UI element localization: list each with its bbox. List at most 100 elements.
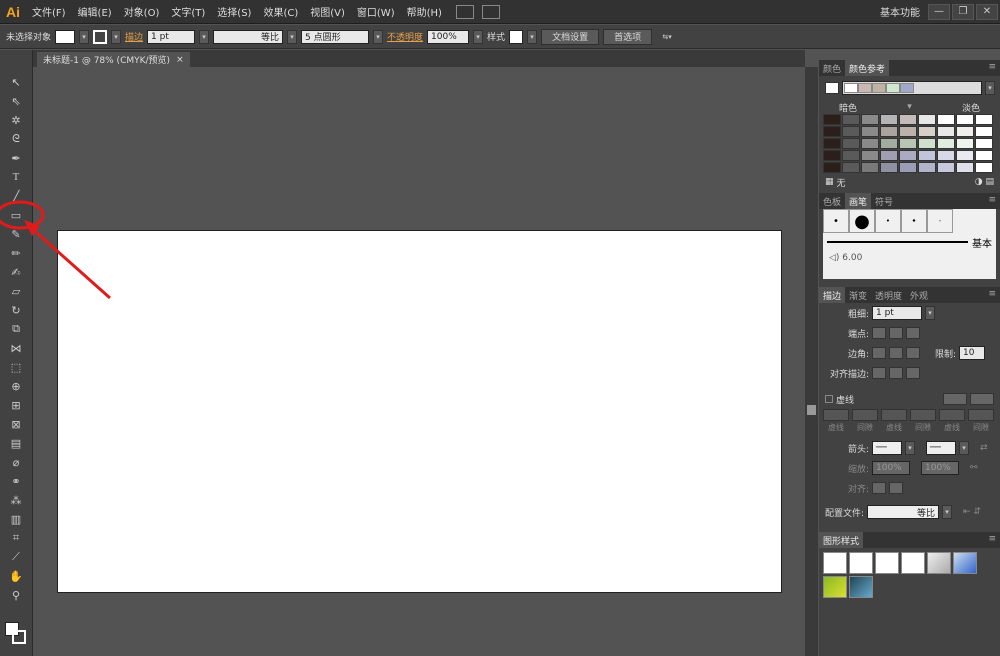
brush-definition[interactable]: 5 点圆形: [301, 29, 370, 44]
app-logo[interactable]: Ai: [0, 0, 26, 24]
artboard-tool-icon[interactable]: ⌗: [8, 530, 24, 546]
document-tab[interactable]: 未标题-1 @ 78% (CMYK/预览) ×: [37, 52, 190, 67]
magic-wand-tool-icon[interactable]: ✲: [8, 112, 24, 128]
free-transform-tool-icon[interactable]: ⬚: [8, 359, 24, 375]
arrange-documents-icon[interactable]: [481, 4, 500, 19]
panel-menu-icon[interactable]: ≡: [988, 62, 996, 72]
dash-field[interactable]: [881, 409, 907, 421]
weight-dropdown[interactable]: ▾: [925, 306, 935, 320]
color-variation-swatch[interactable]: [918, 114, 936, 125]
color-variation-swatch[interactable]: [937, 114, 955, 125]
menu-effect[interactable]: 效果(C): [257, 4, 304, 19]
color-variation-swatch[interactable]: [861, 114, 879, 125]
direct-selection-tool-icon[interactable]: ⇖: [8, 93, 24, 109]
tab-graphic-styles[interactable]: 图形样式: [819, 532, 864, 548]
butt-cap-icon[interactable]: [872, 327, 886, 339]
harmony-color-3[interactable]: [886, 83, 900, 93]
gap-field[interactable]: [910, 409, 936, 421]
scale-tool-icon[interactable]: ⧉: [8, 321, 24, 337]
stroke-swatch[interactable]: [93, 29, 108, 44]
width-tool-icon[interactable]: ⋈: [8, 340, 24, 356]
bridge-icon[interactable]: [455, 4, 474, 19]
color-variation-swatch[interactable]: [861, 138, 879, 149]
align-inside-icon[interactable]: [889, 367, 903, 379]
dash-align-icon[interactable]: [970, 393, 994, 405]
panel-menu-icon[interactable]: ≡: [988, 289, 996, 299]
stroke-dropdown[interactable]: ▾: [111, 29, 122, 44]
color-variation-swatch[interactable]: [975, 114, 993, 125]
column-graph-tool-icon[interactable]: ▥: [8, 511, 24, 527]
color-variation-swatch[interactable]: [937, 150, 955, 161]
selection-tool-icon[interactable]: ↖: [8, 74, 24, 90]
color-variation-swatch[interactable]: [937, 126, 955, 137]
harmony-color-4[interactable]: [900, 83, 914, 93]
color-variation-swatch[interactable]: [880, 126, 898, 137]
graphic-style-swatch[interactable]: [509, 29, 524, 44]
stroke-color-icon[interactable]: [12, 630, 26, 644]
hand-tool-icon[interactable]: ✋: [8, 568, 24, 584]
close-button[interactable]: ✕: [976, 3, 998, 20]
color-variation-swatch[interactable]: [823, 126, 841, 137]
canvas-area[interactable]: [33, 67, 805, 656]
color-variation-swatch[interactable]: [899, 126, 917, 137]
gap-field[interactable]: [852, 409, 878, 421]
stroke-weight-field[interactable]: 1 pt: [147, 29, 196, 44]
start-arrow-field[interactable]: ──: [872, 441, 902, 455]
basic-brush-row[interactable]: 基本: [823, 233, 996, 251]
dash-field[interactable]: [823, 409, 849, 421]
opacity-label[interactable]: 不透明度: [387, 30, 423, 43]
scrollbar-thumb[interactable]: [807, 405, 816, 415]
eyedropper-tool-icon[interactable]: ⌀: [8, 454, 24, 470]
slice-tool-icon[interactable]: ⟋: [8, 549, 24, 565]
blob-brush-tool-icon[interactable]: ✍: [8, 264, 24, 280]
rectangle-tool-icon[interactable]: ▭: [8, 207, 24, 223]
arrange-icon[interactable]: ⇆▾: [656, 29, 679, 44]
minimize-button[interactable]: —: [928, 3, 950, 20]
color-variation-swatch[interactable]: [956, 126, 974, 137]
round-cap-icon[interactable]: [889, 327, 903, 339]
link-scale-icon[interactable]: ⚯: [970, 463, 978, 473]
color-variation-swatch[interactable]: [899, 138, 917, 149]
gradient-tool-icon[interactable]: ▤: [8, 435, 24, 451]
menu-view[interactable]: 视图(V): [304, 4, 351, 19]
color-variation-swatch[interactable]: [842, 150, 860, 161]
graphic-style-green-texture[interactable]: [823, 576, 847, 598]
tab-symbols[interactable]: 符号: [871, 193, 897, 209]
end-scale-field[interactable]: 100%: [921, 461, 959, 475]
shape-builder-tool-icon[interactable]: ⊕: [8, 378, 24, 394]
swatch-library-icon[interactable]: ▦: [825, 177, 834, 187]
color-variation-swatch[interactable]: [842, 162, 860, 173]
zoom-tool-icon[interactable]: ⚲: [8, 587, 24, 603]
harmony-color-0[interactable]: [844, 83, 858, 93]
menu-file[interactable]: 文件(F): [26, 4, 72, 19]
graphic-style-default[interactable]: [823, 552, 847, 574]
swap-arrows-icon[interactable]: ⇄: [980, 443, 988, 453]
tab-stroke[interactable]: 描边: [819, 287, 846, 303]
stroke-weight-dropdown[interactable]: ▾: [199, 29, 210, 44]
menu-type[interactable]: 文字(T): [165, 4, 211, 19]
rotate-tool-icon[interactable]: ↻: [8, 302, 24, 318]
limit-field[interactable]: 10: [959, 346, 986, 360]
harmony-dropdown[interactable]: ▾: [985, 81, 995, 95]
opacity-dropdown[interactable]: ▾: [473, 29, 484, 44]
profile-dropdown[interactable]: ▾: [287, 29, 298, 44]
color-variation-swatch[interactable]: [975, 126, 993, 137]
menu-select[interactable]: 选择(S): [211, 4, 257, 19]
graphic-style-teal-texture[interactable]: [849, 576, 873, 598]
harmony-color-2[interactable]: [872, 83, 886, 93]
color-variation-swatch[interactable]: [823, 150, 841, 161]
base-color-swatch[interactable]: [825, 82, 839, 94]
weight-field[interactable]: 1 pt: [872, 306, 922, 320]
vertical-scrollbar[interactable]: [805, 67, 818, 656]
color-variation-swatch[interactable]: [918, 126, 936, 137]
pen-tool-icon[interactable]: ✒: [8, 150, 24, 166]
symbol-sprayer-tool-icon[interactable]: ⁂: [8, 492, 24, 508]
color-variation-swatch[interactable]: [899, 114, 917, 125]
color-variation-swatch[interactable]: [956, 114, 974, 125]
color-variation-swatch[interactable]: [880, 114, 898, 125]
arrow-end-align-icon[interactable]: [889, 482, 903, 494]
color-variation-swatch[interactable]: [880, 162, 898, 173]
preferences-button[interactable]: 首选项: [603, 28, 653, 45]
opacity-field[interactable]: 100%: [427, 29, 470, 44]
line-tool-icon[interactable]: ╱: [8, 188, 24, 204]
